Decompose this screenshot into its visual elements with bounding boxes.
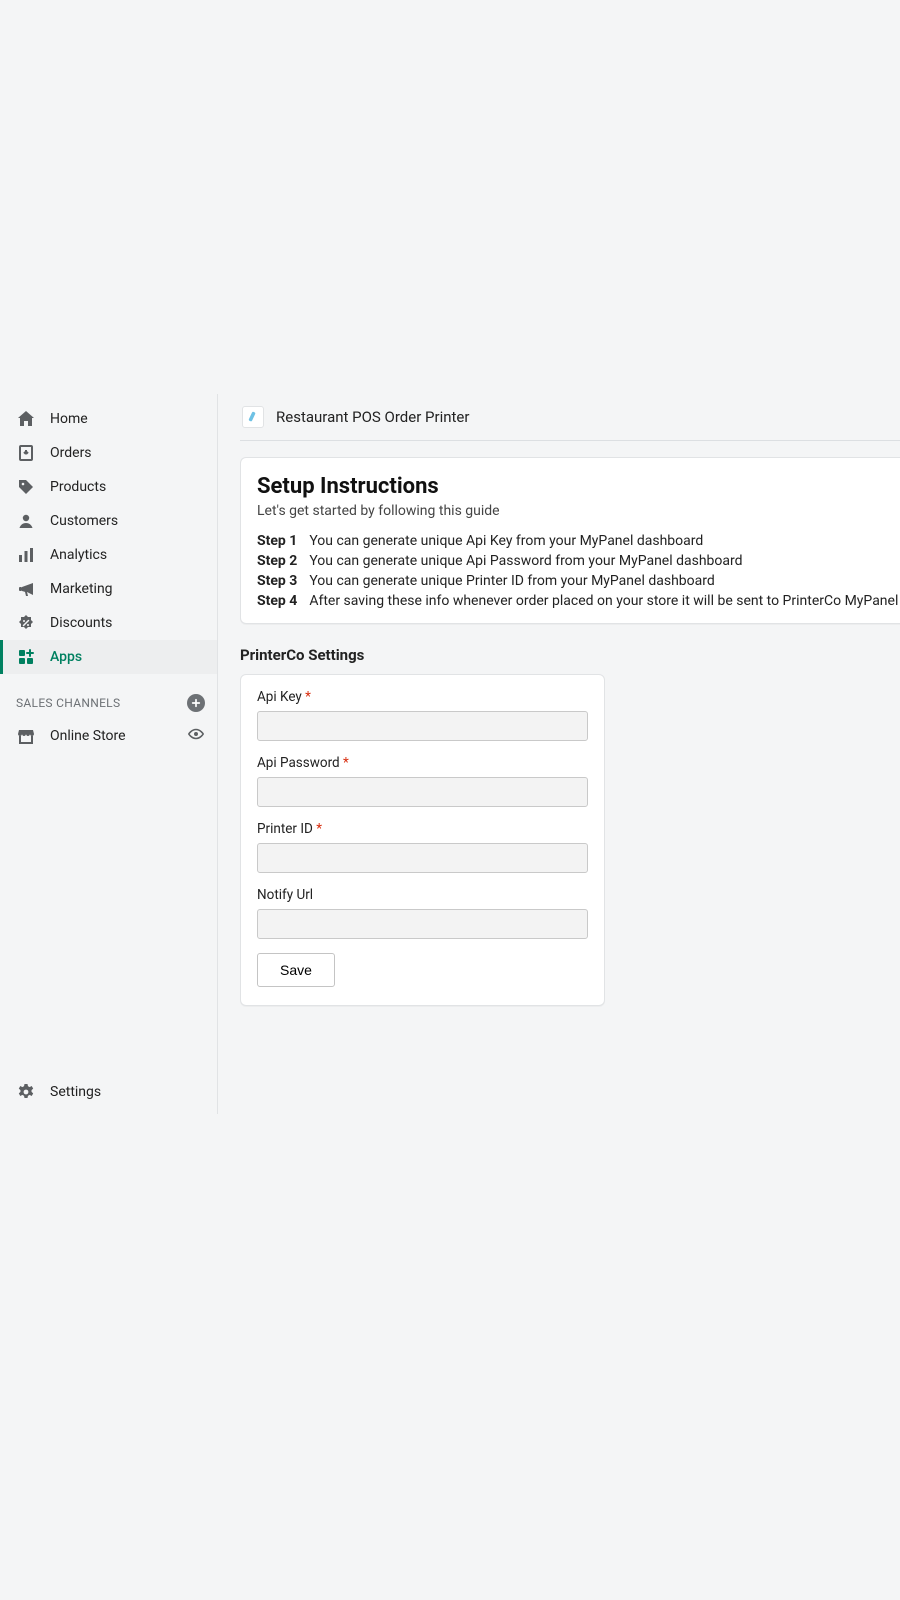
sidebar-item-label: Settings: [50, 1084, 101, 1100]
setup-subtitle: Let's get started by following this guid…: [257, 503, 900, 519]
required-asterisk: *: [316, 821, 322, 837]
sidebar-item-analytics[interactable]: Analytics: [0, 538, 217, 572]
sidebar-item-customers[interactable]: Customers: [0, 504, 217, 538]
analytics-icon: [16, 545, 36, 565]
printer-id-input[interactable]: [257, 843, 588, 873]
settings-heading: PrinterCo Settings: [240, 646, 900, 664]
sidebar-item-settings[interactable]: Settings: [0, 1070, 217, 1114]
label-text: Api Key: [257, 689, 302, 705]
sidebar-item-label: Products: [50, 479, 106, 495]
tag-icon: [16, 477, 36, 497]
sidebar-item-label: Online Store: [50, 728, 126, 744]
add-channel-button[interactable]: [187, 694, 205, 712]
sidebar: Home Orders Products Customers Analytics: [0, 394, 218, 1114]
sidebar-item-discounts[interactable]: Discounts: [0, 606, 217, 640]
setup-step: Step 3 You can generate unique Printer I…: [257, 573, 900, 589]
person-icon: [16, 511, 36, 531]
notify-url-input[interactable]: [257, 909, 588, 939]
notify-url-label: Notify Url: [257, 887, 588, 903]
form-group-api-password: Api Password *: [257, 755, 588, 807]
setup-steps: Step 1 You can generate unique Api Key f…: [257, 533, 900, 609]
step-text: You can generate unique Printer ID from …: [309, 573, 714, 589]
sales-channels-header: SALES CHANNELS: [0, 674, 217, 718]
sidebar-item-orders[interactable]: Orders: [0, 436, 217, 470]
form-group-api-key: Api Key *: [257, 689, 588, 741]
step-text: You can generate unique Api Key from you…: [309, 533, 703, 549]
form-group-notify-url: Notify Url: [257, 887, 588, 939]
setup-heading: Setup Instructions: [257, 474, 900, 499]
sidebar-item-label: Analytics: [50, 547, 107, 563]
api-password-label: Api Password *: [257, 755, 588, 771]
store-icon: [16, 726, 36, 746]
step-label: Step 2: [257, 553, 297, 569]
api-password-input[interactable]: [257, 777, 588, 807]
printer-id-label: Printer ID *: [257, 821, 588, 837]
required-asterisk: *: [305, 689, 311, 705]
orders-icon: [16, 443, 36, 463]
form-group-printer-id: Printer ID *: [257, 821, 588, 873]
apps-icon: [16, 647, 36, 667]
label-text: Notify Url: [257, 887, 313, 903]
sidebar-item-label: Apps: [50, 649, 82, 665]
sidebar-item-products[interactable]: Products: [0, 470, 217, 504]
app-shell: Home Orders Products Customers Analytics: [0, 394, 900, 1114]
app-logo-icon: [242, 406, 264, 428]
sidebar-item-apps[interactable]: Apps: [0, 640, 217, 674]
discount-icon: [16, 613, 36, 633]
step-text: After saving these info whenever order p…: [309, 593, 900, 609]
sidebar-item-label: Customers: [50, 513, 118, 529]
api-key-label: Api Key *: [257, 689, 588, 705]
save-button[interactable]: Save: [257, 953, 335, 987]
gear-icon: [16, 1082, 36, 1102]
sidebar-item-label: Orders: [50, 445, 92, 461]
sales-channels-label: SALES CHANNELS: [16, 696, 120, 710]
sidebar-item-label: Home: [50, 411, 88, 427]
app-title: Restaurant POS Order Printer: [276, 408, 469, 426]
label-text: Printer ID: [257, 821, 313, 837]
step-label: Step 3: [257, 573, 297, 589]
sidebar-item-label: Discounts: [50, 615, 112, 631]
app-header: Restaurant POS Order Printer: [240, 394, 900, 441]
required-asterisk: *: [343, 755, 349, 771]
setup-step: Step 1 You can generate unique Api Key f…: [257, 533, 900, 549]
step-text: You can generate unique Api Password fro…: [309, 553, 742, 569]
megaphone-icon: [16, 579, 36, 599]
eye-icon[interactable]: [187, 725, 205, 747]
home-icon: [16, 409, 36, 429]
sidebar-item-online-store[interactable]: Online Store: [0, 718, 217, 754]
label-text: Api Password: [257, 755, 340, 771]
step-label: Step 1: [257, 533, 297, 549]
api-key-input[interactable]: [257, 711, 588, 741]
sidebar-item-home[interactable]: Home: [0, 402, 217, 436]
main-content: Restaurant POS Order Printer Setup Instr…: [218, 394, 900, 1114]
setup-step: Step 2 You can generate unique Api Passw…: [257, 553, 900, 569]
step-label: Step 4: [257, 593, 297, 609]
sidebar-item-label: Marketing: [50, 581, 113, 597]
settings-form-card: Api Key * Api Password * Printer ID *: [240, 674, 605, 1006]
setup-step: Step 4 After saving these info whenever …: [257, 593, 900, 609]
sidebar-item-marketing[interactable]: Marketing: [0, 572, 217, 606]
setup-card: Setup Instructions Let's get started by …: [240, 457, 900, 624]
